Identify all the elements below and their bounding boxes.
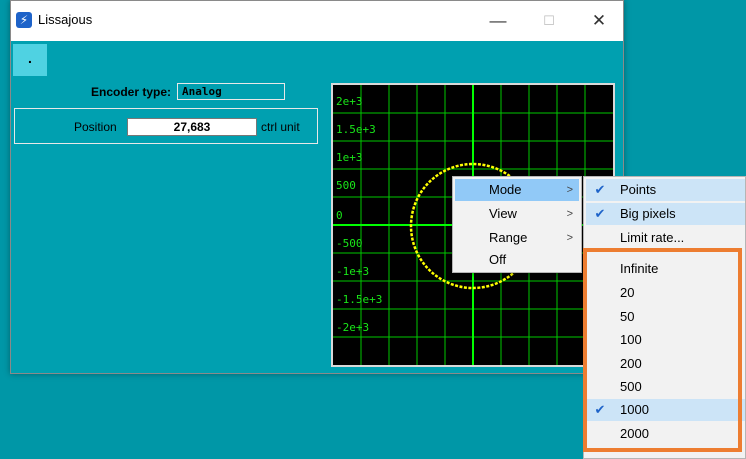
y-label-0: 0 [336,209,343,222]
context-menu: Mode > View > Range > Off [452,176,582,273]
checkmark-icon: ✔ [594,206,606,221]
close-button[interactable]: ✕ [579,6,619,36]
rate-highlight-box [583,248,742,452]
menu-item-range[interactable]: Range > [455,227,579,249]
window-title: Lissajous [38,12,93,27]
chevron-right-icon: > [566,184,573,196]
menu-item-points[interactable]: ✔ Points [586,179,745,201]
minimize-button[interactable]: — [478,6,518,36]
y-label-1.5e3: 1.5e+3 [336,123,376,136]
y-label-neg2e3: -2e+3 [336,321,370,334]
y-label-neg500: -500 [336,237,363,250]
menu-item-label: Range [489,230,528,245]
y-label-neg1.5e3: -1.5e+3 [336,293,383,306]
menu-item-label: Mode [489,182,522,197]
checkmark-icon: ✔ [594,182,606,197]
menu-item-label: Off [489,252,507,267]
dot-button[interactable]: . [13,44,47,76]
maximize-button[interactable]: ☐ [529,6,569,36]
chevron-right-icon: > [566,208,573,220]
chevron-right-icon: > [566,232,573,244]
encoder-type-label: Encoder type: [91,85,172,99]
position-field[interactable]: 27,683 [127,118,257,136]
menu-item-label: View [489,206,517,221]
position-label: Position [74,120,117,134]
title-bar[interactable]: ⚡ Lissajous — ☐ ✕ [11,1,623,41]
menu-item-label: Limit rate... [620,230,685,245]
menu-item-label: Big pixels [620,206,676,221]
app-icon: ⚡ [16,12,32,28]
menu-item-big-pixels[interactable]: ✔ Big pixels [586,203,745,225]
unit-label: ctrl unit [261,120,300,134]
y-label-1e3: 1e+3 [336,151,363,164]
menu-item-off[interactable]: Off [455,249,579,271]
y-label-neg1e3: -1e+3 [336,265,370,278]
y-label-500: 500 [336,179,356,192]
y-label-2e3: 2e+3 [336,95,363,108]
menu-item-label: Points [620,182,657,197]
position-group: Position 27,683 ctrl unit [14,108,318,144]
encoder-type-value: Analog [177,83,285,100]
menu-item-limit-rate[interactable]: Limit rate... [586,227,745,249]
menu-item-mode[interactable]: Mode > [455,179,579,201]
menu-item-view[interactable]: View > [455,203,579,225]
